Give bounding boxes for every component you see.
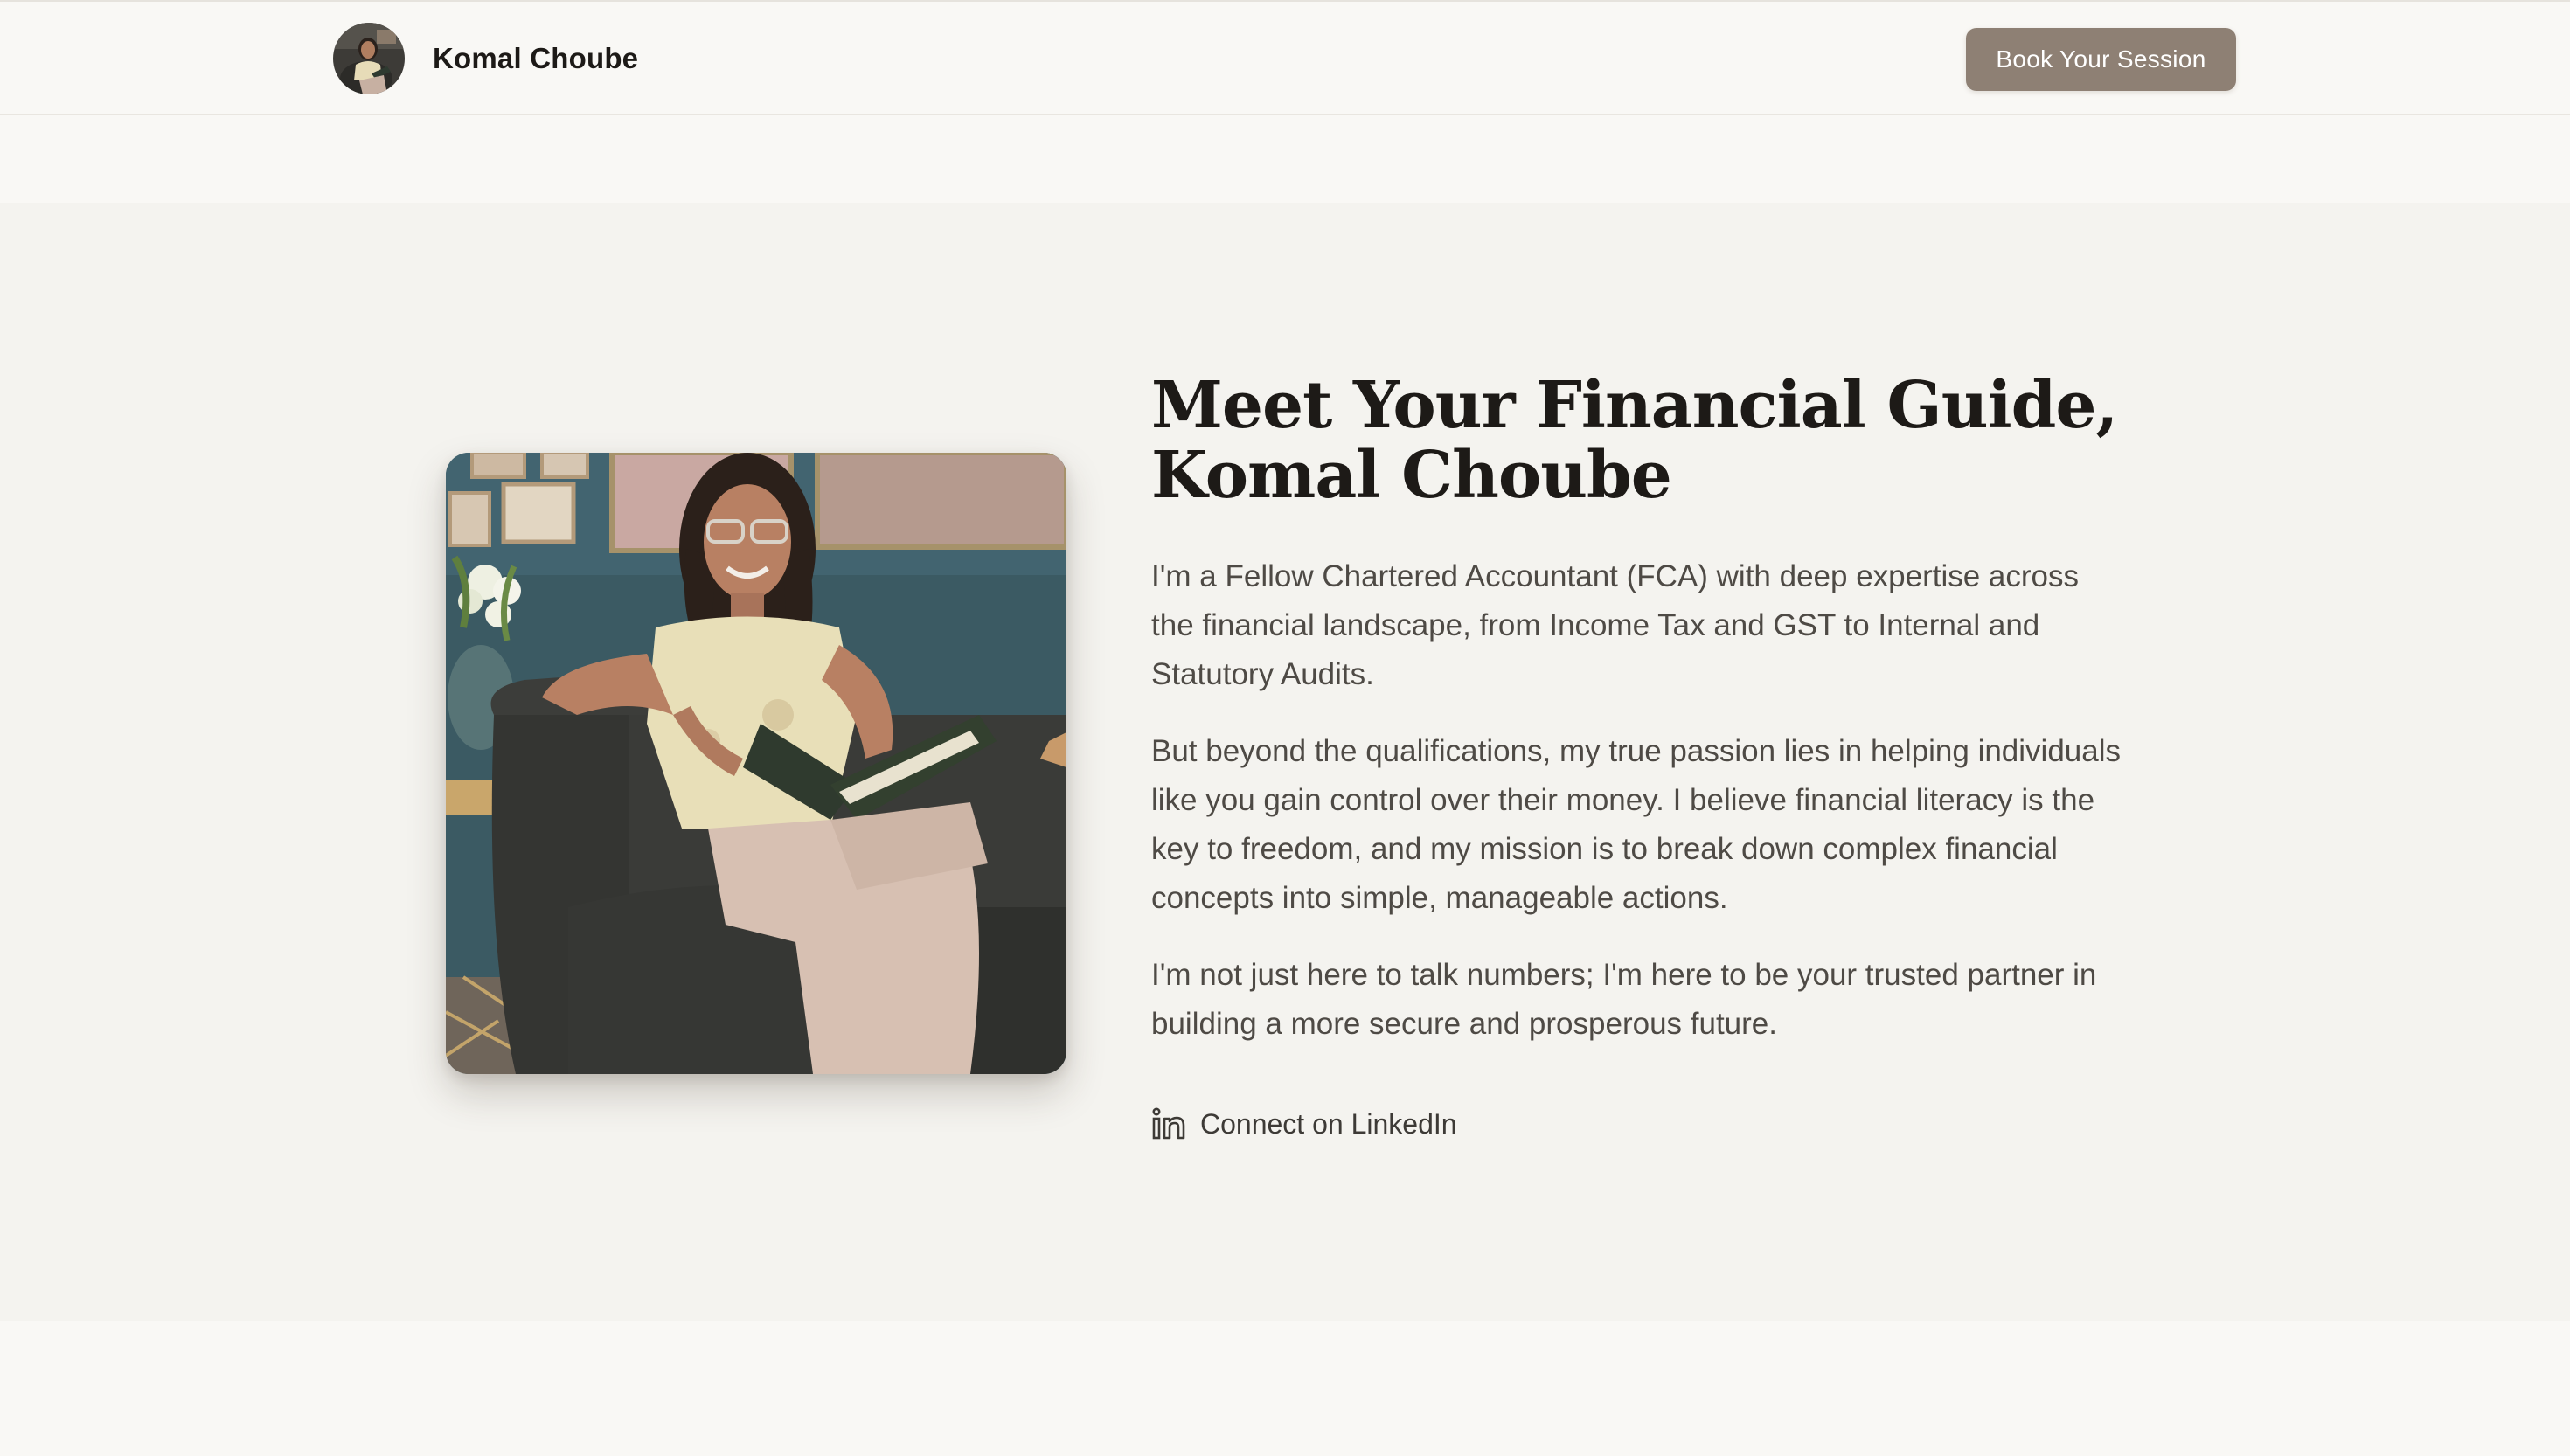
brand-name: Komal Choube: [433, 42, 639, 74]
about-section: Meet Your Financial Guide, Komal Choube …: [0, 203, 2570, 1321]
about-paragraph-2: But beyond the qualifications, my true p…: [1151, 734, 2121, 915]
linkedin-icon: [1151, 1106, 1186, 1141]
heading-line-2: Komal Choube: [1151, 438, 1672, 513]
about-heading: Meet Your Financial Guide, Komal Choube: [1151, 371, 2122, 510]
linkedin-link[interactable]: Connect on LinkedIn: [1151, 1106, 2122, 1141]
site-header: Komal Choube Book Your Session: [0, 0, 2570, 115]
avatar: [333, 23, 405, 94]
brand-home-link[interactable]: Komal Choube: [333, 23, 638, 94]
about-paragraph-1: I'm a Fellow Chartered Accountant (FCA) …: [1151, 559, 2080, 691]
page-footer-spacer: [0, 1321, 2570, 1456]
heading-line-1: Meet Your Financial Guide,: [1151, 368, 2118, 443]
profile-photo: [446, 453, 1066, 1074]
linkedin-label: Connect on LinkedIn: [1200, 1107, 1457, 1140]
book-session-button[interactable]: Book Your Session: [1966, 28, 2236, 91]
about-paragraph-3: I'm not just here to talk numbers; I'm h…: [1151, 958, 2097, 1041]
about-content: Meet Your Financial Guide, Komal Choube …: [1151, 371, 2122, 1141]
